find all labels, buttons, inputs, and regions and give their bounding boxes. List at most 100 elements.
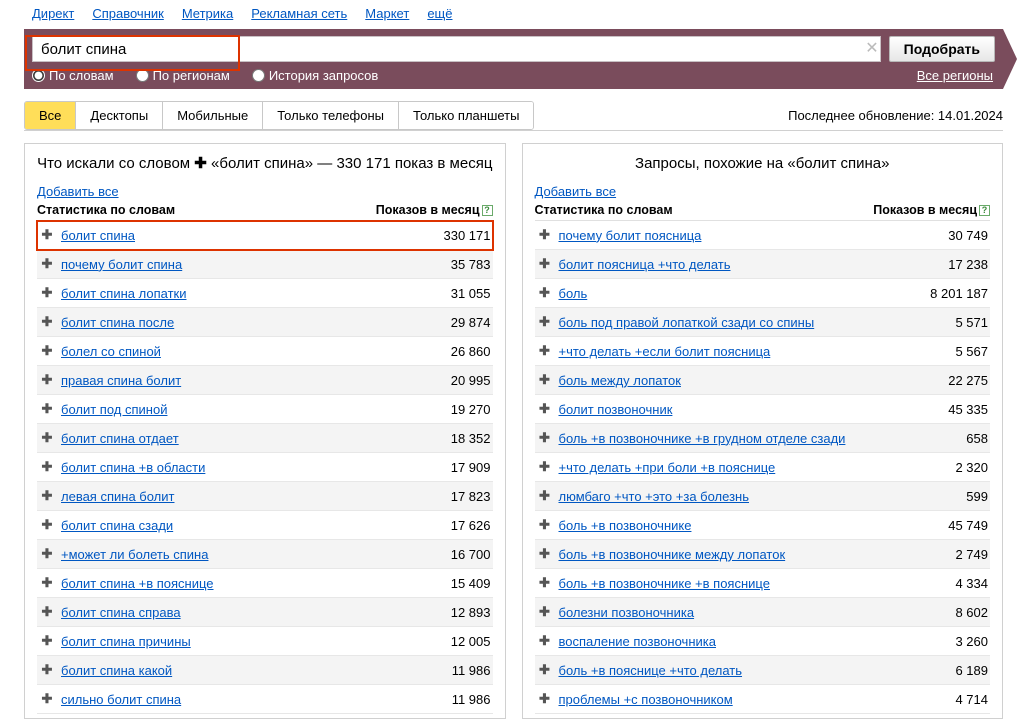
add-keyword-icon[interactable]: ✚ <box>537 459 553 475</box>
keyword-link[interactable]: болит спина сзади <box>61 518 173 533</box>
add-keyword-icon[interactable]: ✚ <box>39 343 55 359</box>
help-icon[interactable]: ? <box>482 205 493 216</box>
add-keyword-icon[interactable]: ✚ <box>537 430 553 446</box>
tab-all[interactable]: Все <box>25 102 76 129</box>
keyword-link[interactable]: болит спина отдает <box>61 431 179 446</box>
keyword-link[interactable]: почему болит поясница <box>559 228 702 243</box>
table-row: ✚сильно болит спина11 986 <box>37 685 493 714</box>
keyword-link[interactable]: болит спина <box>61 228 135 243</box>
keyword-link[interactable]: болезни позвоночника <box>559 605 695 620</box>
keyword-link[interactable]: правая спина болит <box>61 373 181 388</box>
keyword-link[interactable]: болит под спиной <box>61 402 167 417</box>
keyword-link[interactable]: боль +в позвоночнике между лопаток <box>559 547 786 562</box>
search-mode-radios: По словам По регионам История запросов В… <box>32 68 995 83</box>
add-keyword-icon[interactable]: ✚ <box>39 459 55 475</box>
keyword-link[interactable]: болит спина какой <box>61 663 172 678</box>
keyword-link[interactable]: болит позвоночник <box>559 402 673 417</box>
keyword-cell: +может ли болеть спина <box>55 547 401 562</box>
add-keyword-icon[interactable]: ✚ <box>39 314 55 330</box>
keyword-cell: левая спина болит <box>55 489 401 504</box>
help-icon[interactable]: ? <box>979 205 990 216</box>
radio-history[interactable]: История запросов <box>252 68 379 83</box>
keyword-link[interactable]: болит спина +в пояснице <box>61 576 214 591</box>
keyword-link[interactable]: почему болит спина <box>61 257 182 272</box>
keyword-link[interactable]: левая спина болит <box>61 489 174 504</box>
add-keyword-icon[interactable]: ✚ <box>537 343 553 359</box>
keyword-link[interactable]: воспаление позвоночника <box>559 634 716 649</box>
add-keyword-icon[interactable]: ✚ <box>537 546 553 562</box>
add-keyword-icon[interactable]: ✚ <box>537 662 553 678</box>
add-keyword-icon[interactable]: ✚ <box>39 430 55 446</box>
topnav-link[interactable]: Метрика <box>182 6 233 21</box>
add-keyword-icon[interactable]: ✚ <box>39 227 55 243</box>
add-all-right[interactable]: Добавить все <box>535 184 617 199</box>
topnav-link[interactable]: Маркет <box>365 6 409 21</box>
search-input[interactable] <box>32 36 881 62</box>
add-keyword-icon[interactable]: ✚ <box>39 372 55 388</box>
topnav-link[interactable]: Рекламная сеть <box>251 6 347 21</box>
keyword-link[interactable]: боль между лопаток <box>559 373 681 388</box>
keyword-cell: воспаление позвоночника <box>553 634 899 649</box>
topnav-link[interactable]: Директ <box>32 6 74 21</box>
search-button[interactable]: Подобрать <box>889 36 995 62</box>
table-row: ✚болит под спиной19 270 <box>37 395 493 424</box>
add-keyword-icon[interactable]: ✚ <box>39 604 55 620</box>
add-keyword-icon[interactable]: ✚ <box>537 633 553 649</box>
add-keyword-icon[interactable]: ✚ <box>537 604 553 620</box>
add-keyword-icon[interactable]: ✚ <box>39 546 55 562</box>
add-keyword-icon[interactable]: ✚ <box>39 575 55 591</box>
keyword-link[interactable]: болит спина лопатки <box>61 286 186 301</box>
keyword-link[interactable]: люмбаго +что +это +за болезнь <box>559 489 750 504</box>
add-keyword-icon[interactable]: ✚ <box>39 256 55 272</box>
add-all-left[interactable]: Добавить все <box>37 184 119 199</box>
radio-by-words[interactable]: По словам <box>32 68 114 83</box>
keyword-link[interactable]: боль +в позвоночнике <box>559 518 692 533</box>
tab-tablets[interactable]: Только планшеты <box>399 102 533 129</box>
topnav-link[interactable]: Справочник <box>92 6 164 21</box>
tab-mobile[interactable]: Мобильные <box>163 102 263 129</box>
radio-by-regions[interactable]: По регионам <box>136 68 230 83</box>
add-keyword-icon[interactable]: ✚ <box>537 285 553 301</box>
add-keyword-icon[interactable]: ✚ <box>39 662 55 678</box>
keyword-link[interactable]: боль +в пояснице +что делать <box>559 663 743 678</box>
keyword-link[interactable]: боль <box>559 286 588 301</box>
add-keyword-icon[interactable]: ✚ <box>39 691 55 707</box>
keyword-link[interactable]: болит спина после <box>61 315 174 330</box>
add-keyword-icon[interactable]: ✚ <box>537 372 553 388</box>
tab-desktops[interactable]: Десктопы <box>76 102 163 129</box>
keyword-link[interactable]: болит спина причины <box>61 634 191 649</box>
add-keyword-icon[interactable]: ✚ <box>39 517 55 533</box>
add-keyword-icon[interactable]: ✚ <box>537 314 553 330</box>
add-keyword-icon[interactable]: ✚ <box>39 633 55 649</box>
keyword-link[interactable]: боль +в позвоночнике +в грудном отделе с… <box>559 431 846 446</box>
keyword-link[interactable]: болит спина справа <box>61 605 181 620</box>
add-keyword-icon[interactable]: ✚ <box>537 691 553 707</box>
keyword-link[interactable]: +что делать +если болит поясница <box>559 344 771 359</box>
impressions-cell: 45 335 <box>898 402 988 417</box>
add-keyword-icon[interactable]: ✚ <box>39 401 55 417</box>
keyword-link[interactable]: +что делать +при боли +в пояснице <box>559 460 776 475</box>
table-row: ✚почему болит поясница30 749 <box>535 221 991 250</box>
add-keyword-icon[interactable]: ✚ <box>537 401 553 417</box>
clear-icon[interactable]: ✕ <box>863 40 881 58</box>
keyword-link[interactable]: болел со спиной <box>61 344 161 359</box>
keyword-link[interactable]: сильно болит спина <box>61 692 181 707</box>
keyword-link[interactable]: боль под правой лопаткой сзади со спины <box>559 315 815 330</box>
add-keyword-icon[interactable]: ✚ <box>39 488 55 504</box>
add-keyword-icon[interactable]: ✚ <box>39 285 55 301</box>
add-keyword-icon[interactable]: ✚ <box>537 517 553 533</box>
keyword-link[interactable]: болит спина +в области <box>61 460 205 475</box>
keyword-link[interactable]: боль +в позвоночнике +в пояснице <box>559 576 770 591</box>
add-keyword-icon[interactable]: ✚ <box>537 227 553 243</box>
impressions-cell: 8 602 <box>898 605 988 620</box>
add-keyword-icon[interactable]: ✚ <box>537 488 553 504</box>
add-keyword-icon[interactable]: ✚ <box>537 575 553 591</box>
add-keyword-icon[interactable]: ✚ <box>537 256 553 272</box>
keyword-link[interactable]: болит поясница +что делать <box>559 257 731 272</box>
keyword-link[interactable]: проблемы +с позвоночником <box>559 692 733 707</box>
topnav-link[interactable]: ещё <box>427 6 452 21</box>
keyword-link[interactable]: +может ли болеть спина <box>61 547 208 562</box>
tab-phones[interactable]: Только телефоны <box>263 102 399 129</box>
all-regions-link[interactable]: Все регионы <box>917 68 995 83</box>
impressions-cell: 11 986 <box>401 663 491 678</box>
